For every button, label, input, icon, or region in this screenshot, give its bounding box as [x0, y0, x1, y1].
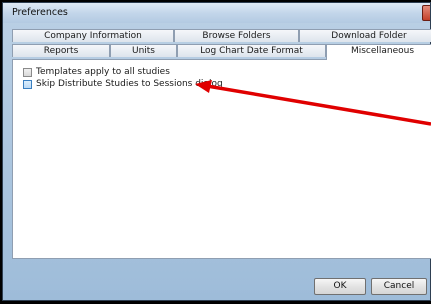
skip-distribute-label: Skip Distribute Studies to Sessions dial… — [36, 79, 223, 89]
window-title: Preferences — [12, 7, 68, 18]
title-bar: Preferences — [3, 3, 430, 23]
tab-strip: Company Information Browse Folders Downl… — [12, 29, 431, 60]
tab-miscellaneous[interactable]: Miscellaneous — [326, 44, 431, 60]
tab-log-chart-date-format[interactable]: Log Chart Date Format — [177, 44, 326, 57]
tab-browse-folders[interactable]: Browse Folders — [174, 29, 299, 42]
tab-reports[interactable]: Reports — [12, 44, 110, 57]
templates-apply-label: Templates apply to all studies — [36, 67, 170, 77]
tab-company-information[interactable]: Company Information — [12, 29, 174, 42]
skip-distribute-checkbox[interactable] — [23, 79, 32, 89]
option-templates-apply[interactable]: Templates apply to all studies — [23, 66, 170, 78]
close-icon[interactable] — [422, 5, 430, 21]
templates-apply-checkbox[interactable] — [23, 67, 32, 77]
miscellaneous-panel: Templates apply to all studies Skip Dist… — [12, 59, 431, 259]
cancel-button[interactable]: Cancel — [371, 278, 427, 295]
tab-units[interactable]: Units — [110, 44, 177, 57]
option-skip-distribute[interactable]: Skip Distribute Studies to Sessions dial… — [23, 78, 223, 90]
ok-button[interactable]: OK — [314, 278, 366, 295]
tab-download-folder[interactable]: Download Folder — [299, 29, 431, 42]
